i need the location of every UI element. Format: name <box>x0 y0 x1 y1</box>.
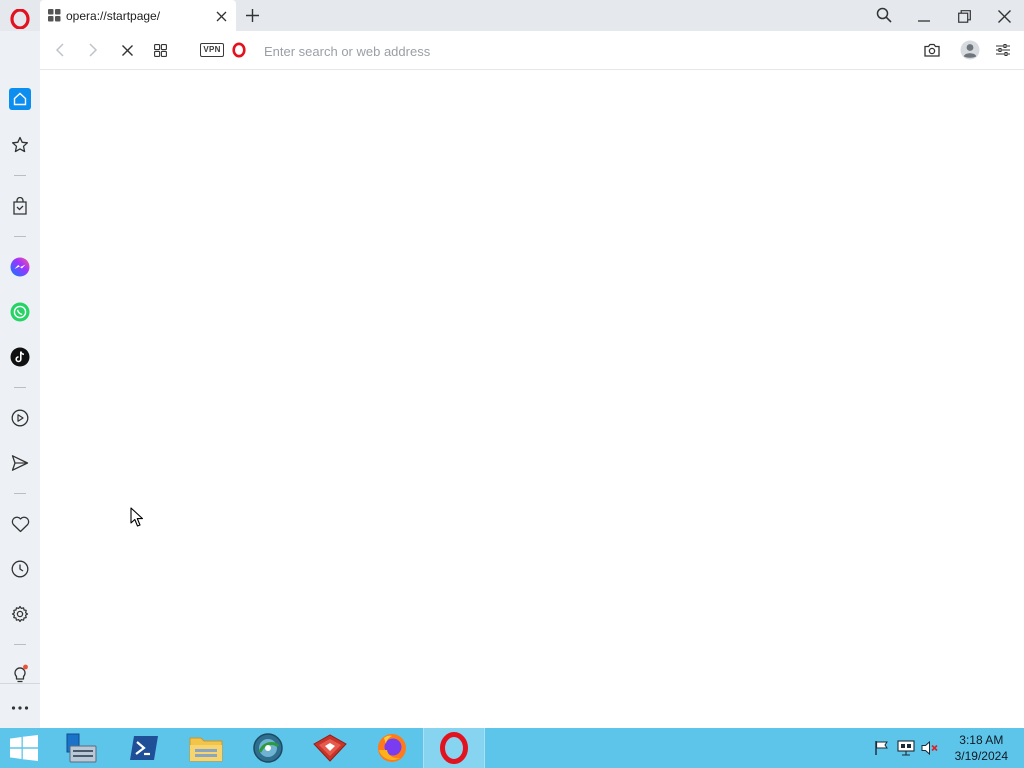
flag-icon <box>875 741 888 755</box>
taskbar-file-explorer[interactable] <box>176 728 236 768</box>
close-icon <box>216 11 226 21</box>
sidebar-divider <box>14 236 26 237</box>
sidebar-divider <box>14 644 26 645</box>
taskbar-server-manager[interactable] <box>52 728 112 768</box>
snapshot-button[interactable] <box>922 40 942 60</box>
server-manager-icon <box>66 733 97 763</box>
action-center-button[interactable] <box>872 738 892 758</box>
clock-time: 3:18 AM <box>959 733 1004 747</box>
profile-button[interactable] <box>959 39 981 61</box>
sidebar-divider <box>14 387 26 388</box>
taskbar-firefox[interactable] <box>362 728 422 768</box>
more-icon <box>11 706 29 710</box>
sidebar-item-tips[interactable] <box>9 663 31 685</box>
powershell-icon <box>130 736 158 760</box>
restore-button[interactable] <box>952 5 976 27</box>
title-bar: opera://startpage/ <box>0 0 1024 31</box>
volume-muted-icon <box>921 740 938 756</box>
sidebar-item-history[interactable] <box>9 558 31 580</box>
system-clock[interactable]: 3:18 AM 3/19/2024 <box>955 732 1008 764</box>
folder-icon <box>189 737 223 762</box>
minimize-button[interactable] <box>912 5 936 27</box>
new-tab-button[interactable] <box>242 5 262 25</box>
sidebar-item-bookmarks[interactable] <box>9 134 31 156</box>
forward-arrow-icon <box>89 43 98 57</box>
sidebar-divider <box>0 683 40 684</box>
sidebar-item-more[interactable] <box>9 697 31 719</box>
opera-logo-icon <box>232 42 246 58</box>
firefox-icon <box>378 734 406 762</box>
sidebar-divider <box>14 175 26 176</box>
vpn-badge[interactable]: VPN <box>200 43 224 57</box>
sliders-icon <box>996 44 1010 56</box>
speed-dial-icon <box>48 9 61 22</box>
windows-logo-icon <box>10 735 38 761</box>
camera-icon <box>924 43 940 57</box>
clock-icon <box>11 560 29 578</box>
taskbar-network-tool[interactable] <box>238 728 298 768</box>
whatsapp-icon <box>10 302 30 322</box>
volume-button[interactable] <box>920 738 940 758</box>
sidebar-item-home[interactable] <box>9 88 31 110</box>
forward-button[interactable] <box>83 40 103 60</box>
send-icon <box>11 455 29 471</box>
messenger-icon <box>10 257 30 277</box>
stop-loading-button[interactable] <box>117 40 137 60</box>
close-icon <box>121 44 133 56</box>
sidebar-item-messenger[interactable] <box>9 256 31 278</box>
tab-startpage[interactable]: opera://startpage/ <box>40 0 236 31</box>
plus-icon <box>245 8 259 22</box>
sidebar-item-whatsapp[interactable] <box>9 301 31 323</box>
opera-logo-icon <box>440 732 468 764</box>
back-button[interactable] <box>50 40 70 60</box>
search-tabs-button[interactable] <box>874 5 894 25</box>
lightbulb-icon <box>14 664 28 683</box>
clock-date: 3/19/2024 <box>954 749 1008 763</box>
start-button[interactable] <box>0 728 48 768</box>
sidebar-item-favorites[interactable] <box>9 513 31 535</box>
network-icon <box>897 740 915 756</box>
site-info-button[interactable] <box>230 41 248 59</box>
shopping-bag-icon <box>13 197 27 215</box>
taskbar: 3:18 AM 3/19/2024 <box>0 728 1024 768</box>
play-icon <box>11 409 29 427</box>
page-content[interactable] <box>40 70 1024 728</box>
back-arrow-icon <box>55 43 64 57</box>
close-window-button[interactable] <box>992 5 1016 27</box>
heart-icon <box>11 516 29 532</box>
easy-setup-button[interactable] <box>150 40 170 60</box>
tab-close-button[interactable] <box>212 7 230 25</box>
home-icon <box>13 92 27 106</box>
sidebar-item-tiktok[interactable] <box>9 346 31 368</box>
network-button[interactable] <box>896 738 916 758</box>
taskbar-powershell[interactable] <box>114 728 174 768</box>
sidebar-item-send[interactable] <box>9 452 31 474</box>
restore-icon <box>957 9 971 23</box>
tab-title: opera://startpage/ <box>66 9 161 23</box>
address-bar-input[interactable] <box>262 39 866 63</box>
globe-icon <box>253 733 283 763</box>
mouse-cursor-icon <box>130 507 144 527</box>
easy-setup-menu-button[interactable] <box>993 40 1013 60</box>
star-icon <box>11 136 29 153</box>
taskbar-opera[interactable] <box>423 728 485 768</box>
minimize-icon <box>918 20 930 22</box>
opera-logo-icon <box>10 9 30 29</box>
gear-icon <box>11 605 29 623</box>
tiktok-icon <box>10 347 30 367</box>
taskbar-vpn-client[interactable] <box>300 728 360 768</box>
sidebar-item-shopping[interactable] <box>9 195 31 217</box>
sidebar-divider <box>14 493 26 494</box>
opera-menu-button[interactable] <box>8 7 32 31</box>
search-icon <box>876 7 892 23</box>
shield-icon <box>313 734 347 762</box>
close-icon <box>997 9 1011 23</box>
sidebar-item-settings[interactable] <box>9 603 31 625</box>
grid-icon <box>153 43 167 57</box>
sidebar-item-player[interactable] <box>9 407 31 429</box>
avatar-icon <box>960 40 980 60</box>
